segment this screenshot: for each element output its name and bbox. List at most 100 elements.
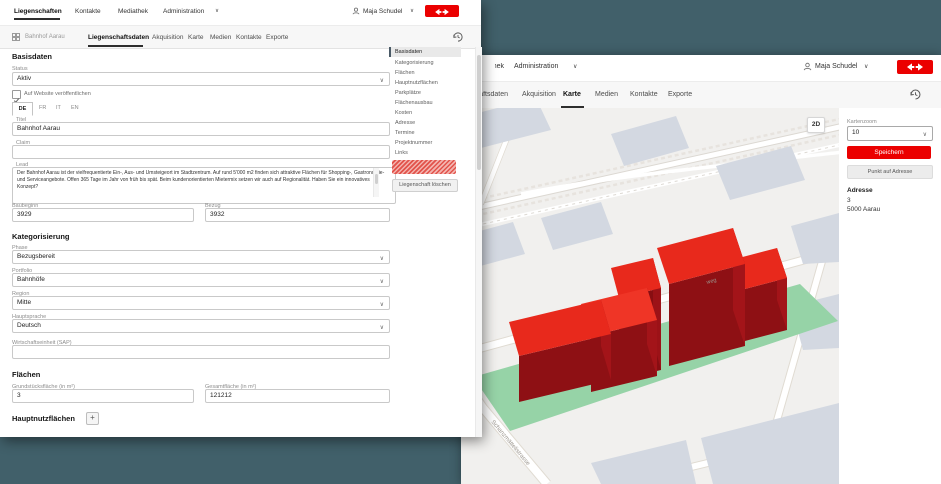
portfolio-select[interactable]: Bahnhöfe	[12, 273, 390, 287]
grundstuecksflaeche-input[interactable]: 3	[12, 389, 194, 403]
kartenzoom-label: Kartenzoom	[847, 119, 877, 125]
lang-tab-it[interactable]: IT	[56, 105, 61, 111]
map-2d-toggle-button[interactable]: 2D	[807, 117, 825, 133]
lead-scrollbar-thumb[interactable]	[375, 174, 378, 184]
lang-tab-fr[interactable]: FR	[39, 105, 46, 111]
section-flaechen: Flächen	[12, 370, 40, 379]
section-kategorisierung: Kategorisierung	[12, 232, 70, 241]
nav-mediathek-clipped[interactable]: Mediathek	[495, 63, 504, 70]
tab-liegenschaftsdaten[interactable]: Liegenschaftsdaten	[88, 34, 149, 41]
map-side-panel: Kartenzoom 10 Speichern Punkt auf Adress…	[839, 108, 941, 484]
portfolio-value: Bahnhöfe	[17, 276, 45, 283]
region-select[interactable]: Mitte	[12, 296, 390, 310]
quicknav-projektnummer[interactable]: Projektnummer	[389, 138, 461, 148]
nav-liegenschaften[interactable]: Liegenschaften	[14, 8, 62, 15]
phase-value: Bezugsbereit	[17, 253, 55, 260]
baubeginn-input[interactable]: 3929	[12, 208, 194, 222]
active-nav-underline	[14, 18, 60, 20]
sap-input[interactable]	[12, 345, 390, 359]
quicknav-adresse[interactable]: Adresse	[389, 118, 461, 128]
map-3d-scene: Schanzmättelistrasse weg	[461, 108, 839, 484]
gesamtflaeche-input[interactable]: 121212	[205, 389, 390, 403]
sbb-double-arrow-icon	[425, 6, 459, 18]
region-value: Mitte	[17, 299, 31, 306]
adresse-heading: Adresse	[847, 187, 873, 194]
sbb-logo[interactable]	[425, 5, 459, 17]
map-canvas[interactable]: Schanzmättelistrasse weg	[461, 108, 839, 484]
form-window-tabbar: Bahnhof Aarau Liegenschaftsdaten Akquisi…	[0, 25, 481, 49]
user-menu[interactable]: Maja Schudel	[363, 8, 402, 15]
phase-select[interactable]: Bezugsbereit	[12, 250, 390, 264]
adresse-line1: 3	[847, 197, 851, 204]
grid-icon[interactable]	[12, 33, 20, 41]
form-window: Liegenschaften Kontakte Mediathek Admini…	[0, 0, 481, 437]
add-hauptnutzflaeche-button[interactable]: +	[86, 412, 99, 425]
active-tab-underline	[88, 45, 143, 47]
tab-akquisition[interactable]: Akquisition	[522, 91, 556, 98]
nav-mediathek[interactable]: Mediathek	[118, 8, 148, 15]
quicknav-parkplaetze[interactable]: Parkplätze	[389, 88, 461, 98]
sbb-logo[interactable]	[897, 60, 933, 74]
sbb-double-arrow-icon	[897, 60, 933, 74]
chevron-down-icon: ∨	[864, 63, 868, 70]
speichern-button[interactable]: Speichern	[847, 146, 931, 159]
hatched-status-box[interactable]	[392, 160, 456, 174]
chevron-down-icon: ∨	[410, 8, 414, 14]
publish-checkbox[interactable]	[12, 90, 21, 99]
tab-medien[interactable]: Medien	[210, 34, 231, 41]
quicknav-kategorisierung[interactable]: Kategorisierung	[389, 58, 461, 68]
tab-exporte[interactable]: Exporte	[266, 34, 288, 41]
nav-administration[interactable]: Administration	[514, 63, 558, 70]
hauptsprache-select[interactable]: Deutsch	[12, 319, 390, 333]
lead-scrollbar[interactable]	[373, 168, 379, 197]
chevron-down-icon: ∨	[215, 8, 219, 14]
desktop: { "colors":{"accent_red":"#eb0000","dark…	[0, 0, 941, 484]
quicknav-flaechen[interactable]: Flächen	[389, 68, 461, 78]
section-basisdaten: Basisdaten	[12, 52, 52, 61]
tab-kontakte[interactable]: Kontakte	[630, 91, 658, 98]
tab-karte[interactable]: Karte	[563, 91, 581, 98]
quicknav-flaechenausbau[interactable]: Flächenausbau	[389, 98, 461, 108]
user-icon	[352, 7, 360, 15]
quicknav-links[interactable]: Links	[389, 148, 461, 158]
tab-medien[interactable]: Medien	[595, 91, 618, 98]
map-window-tabbar: Liegenschaftsdaten Akquisition Karte Med…	[461, 81, 941, 110]
quicknav-kosten[interactable]: Kosten	[389, 108, 461, 118]
form-window-topnav: Liegenschaften Kontakte Mediathek Admini…	[0, 0, 481, 25]
kartenzoom-select[interactable]: 10	[847, 126, 933, 141]
quicknav-hauptnutzflaechen[interactable]: Hauptnutzflächen	[389, 78, 461, 88]
bezug-input[interactable]: 3932	[205, 208, 390, 222]
section-hauptnutzflaechen: Hauptnutzflächen	[12, 414, 75, 423]
tab-kontakte[interactable]: Kontakte	[236, 34, 262, 41]
quicknav-basisdaten[interactable]: Basisdaten	[389, 47, 461, 57]
status-value: Aktiv	[17, 75, 31, 82]
tab-exporte[interactable]: Exporte	[668, 91, 692, 98]
lead-textarea[interactable]: Der Bahnhof Aarau ist der vielfrequentie…	[12, 167, 396, 204]
titel-input[interactable]: Bahnhof Aarau	[12, 122, 390, 136]
claim-input[interactable]	[12, 145, 390, 159]
punkt-auf-adresse-button[interactable]: Punkt auf Adresse	[847, 165, 933, 179]
kartenzoom-value: 10	[852, 129, 859, 136]
history-icon[interactable]	[909, 88, 922, 101]
tab-karte[interactable]: Karte	[188, 34, 204, 41]
history-icon[interactable]	[452, 31, 464, 43]
nav-kontakte[interactable]: Kontakte	[75, 8, 101, 15]
adresse-line2: 5000 Aarau	[847, 206, 880, 213]
map-window: Mediathek Administration ∨ Maja Schudel …	[461, 55, 941, 484]
user-icon	[803, 62, 812, 71]
chevron-down-icon: ∨	[573, 63, 577, 70]
window-scrollbar-thumb[interactable]	[477, 55, 481, 170]
map-window-topnav: Mediathek Administration ∨ Maja Schudel …	[461, 55, 941, 81]
quicknav-termine[interactable]: Termine	[389, 128, 461, 138]
status-select[interactable]: Aktiv	[12, 72, 390, 86]
liegenschaft-loeschen-button[interactable]: Liegenschaft löschen	[392, 179, 458, 192]
hauptsprache-value: Deutsch	[17, 322, 41, 329]
user-menu[interactable]: Maja Schudel	[815, 63, 857, 70]
window-scrollbar[interactable]	[475, 47, 482, 437]
lang-tab-de[interactable]: DE	[12, 102, 33, 116]
nav-administration[interactable]: Administration	[163, 8, 204, 15]
breadcrumb: Bahnhof Aarau	[25, 34, 65, 40]
tab-akquisition[interactable]: Akquisition	[152, 34, 183, 41]
publish-checkbox-label: Auf Website veröffentlichen	[24, 91, 91, 97]
lang-tab-en[interactable]: EN	[71, 105, 79, 111]
